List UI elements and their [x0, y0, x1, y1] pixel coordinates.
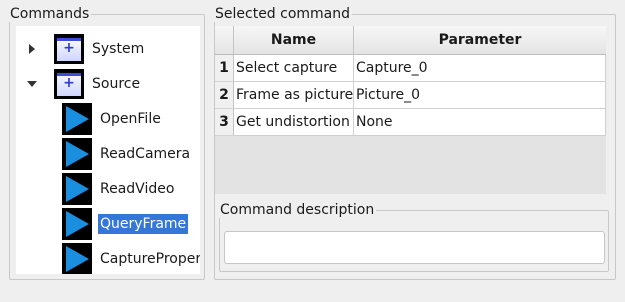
row-header[interactable]: 2 — [215, 82, 234, 109]
tree-item-label: ReadVideo — [100, 181, 175, 197]
tree-item-label: OpenFile — [100, 111, 161, 127]
commands-group-title: Commands — [8, 6, 92, 22]
table-header: Name Parameter — [215, 26, 606, 55]
command-description-field[interactable] — [224, 231, 605, 264]
tree-item-openfile[interactable]: OpenFile — [62, 102, 163, 136]
column-header-name[interactable]: Name — [234, 26, 354, 54]
cell-name[interactable]: Frame as picture — [234, 82, 354, 109]
table-row[interactable]: 1 Select capture Capture_0 — [215, 55, 606, 82]
tree-item-label: QueryFrame — [98, 214, 189, 234]
table-row[interactable]: 2 Frame as picture Picture_0 — [215, 82, 606, 109]
tree-item-source[interactable]: + Source — [24, 67, 142, 101]
chevron-right-icon[interactable] — [24, 41, 40, 57]
play-icon — [62, 243, 92, 274]
play-icon — [62, 173, 92, 205]
tree-item-label: System — [92, 41, 145, 57]
tree-item-label: ReadCamera — [100, 146, 191, 162]
corner-header[interactable] — [215, 26, 234, 54]
tree-item-readvideo[interactable]: ReadVideo — [62, 172, 176, 206]
parameters-table[interactable]: Name Parameter 1 Select capture Capture_… — [215, 26, 606, 194]
tree-item-readcamera[interactable]: ReadCamera — [62, 137, 192, 171]
play-icon — [62, 208, 92, 240]
folder-plus-icon: + — [54, 34, 84, 64]
play-icon — [62, 103, 92, 135]
chevron-down-icon[interactable] — [24, 76, 40, 92]
tree-item-label: Source — [92, 76, 141, 92]
commands-tree[interactable]: + System + Source OpenFile ReadCamera Re… — [16, 26, 200, 274]
tree-item-captureproperty[interactable]: CaptureProperty — [62, 242, 200, 274]
cell-parameter[interactable]: Capture_0 — [354, 55, 606, 82]
cell-parameter[interactable]: Picture_0 — [354, 82, 606, 109]
selected-command-group-title: Selected command — [213, 6, 353, 22]
row-header[interactable]: 3 — [215, 109, 234, 136]
row-header[interactable]: 1 — [215, 55, 234, 82]
folder-plus-icon: + — [54, 69, 84, 99]
tree-item-queryframe[interactable]: QueryFrame — [62, 207, 189, 241]
column-header-parameter[interactable]: Parameter — [354, 26, 606, 54]
cell-parameter[interactable]: None — [354, 109, 606, 136]
cell-name[interactable]: Get undistortion c — [234, 109, 354, 136]
command-description-title: Command description — [218, 202, 377, 218]
play-icon — [62, 138, 92, 170]
table-row[interactable]: 3 Get undistortion c None — [215, 109, 606, 136]
tree-item-label: CaptureProperty — [100, 251, 200, 267]
tree-item-system[interactable]: + System — [24, 32, 146, 66]
cell-name[interactable]: Select capture — [234, 55, 354, 82]
